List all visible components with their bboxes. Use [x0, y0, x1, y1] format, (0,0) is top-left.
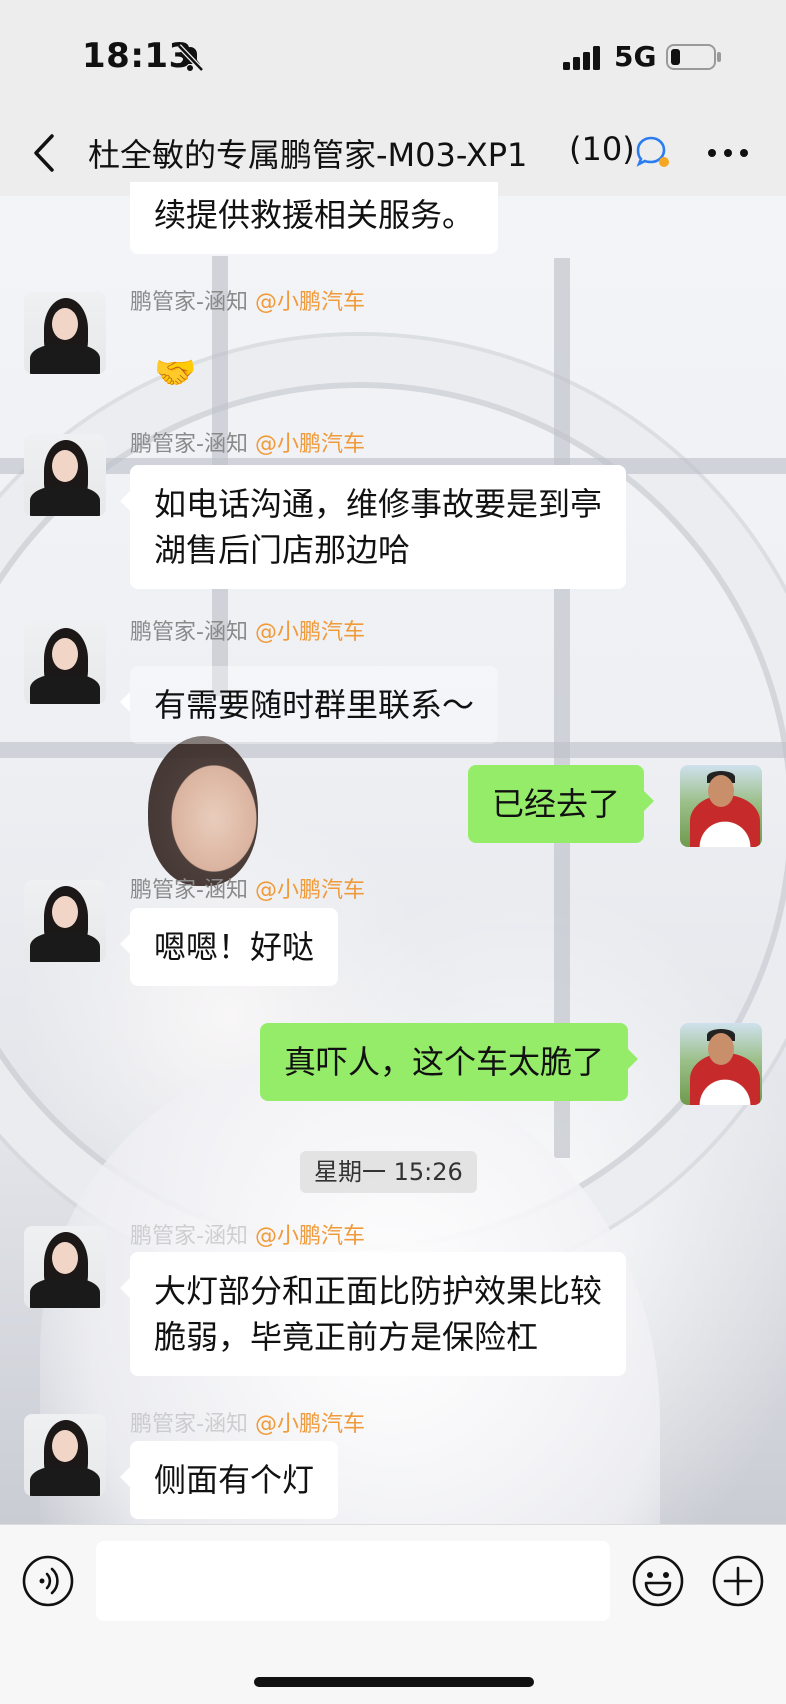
timestamp-divider: 星期一 15:26	[300, 1151, 477, 1193]
chat-screen: 18:13 5G 杜全敏的专属鹏管家-M03-XP1 (10) 续提供救援相关服…	[0, 0, 786, 1704]
sender-label: 鹏管家-涵知	[130, 878, 248, 903]
message-text: 续提供救援相关服务。	[154, 196, 475, 234]
sender-name: 鹏管家-涵知 @小鹏汽车	[130, 614, 365, 646]
my-avatar[interactable]	[680, 1023, 762, 1105]
network-type: 5G	[614, 40, 657, 73]
sender-company: @小鹏汽车	[254, 1224, 365, 1249]
message-text: 侧面有个灯	[154, 1461, 315, 1499]
more-icon[interactable]	[706, 148, 750, 158]
chat-badge-icon[interactable]	[634, 134, 670, 170]
avatar[interactable]	[24, 1414, 106, 1496]
signal-icon	[563, 46, 600, 70]
sender-name: 鹏管家-涵知 @小鹏汽车	[130, 872, 365, 904]
message-bubble[interactable]: 侧面有个灯	[119, 1441, 339, 1519]
chat-title[interactable]: 杜全敏的专属鹏管家-M03-XP1	[88, 130, 628, 176]
my-avatar[interactable]	[680, 765, 762, 847]
avatar[interactable]	[24, 622, 106, 704]
message-bubble[interactable]: 有需要随时群里联系～	[119, 666, 499, 744]
message-text-line: 如电话沟通，维修事故要是到亭	[154, 485, 603, 523]
message-bubble-outgoing[interactable]: 真吓人，这个车太脆了	[260, 1023, 639, 1101]
back-icon[interactable]	[28, 132, 62, 174]
message-text: 真吓人，这个车太脆了	[284, 1043, 605, 1081]
status-bar: 18:13 5G	[0, 0, 786, 110]
sender-company: @小鹏汽车	[254, 620, 365, 645]
sender-name: 鹏管家-涵知 @小鹏汽车	[130, 284, 365, 316]
sender-label: 鹏管家-涵知	[130, 432, 248, 457]
message-text-line: 大灯部分和正面比防护效果比较	[154, 1272, 603, 1310]
emoji-icon[interactable]	[632, 1555, 684, 1607]
sender-name: 鹏管家-涵知 @小鹏汽车	[130, 426, 365, 458]
message-text: 嗯嗯！好哒	[154, 928, 315, 966]
member-count: (10)	[569, 130, 635, 168]
battery-icon	[666, 44, 721, 70]
wallpaper-mullion	[0, 742, 786, 758]
sender-label: 鹏管家-涵知	[130, 1224, 248, 1249]
plus-icon[interactable]	[712, 1555, 764, 1607]
sender-company: @小鹏汽车	[254, 432, 365, 457]
sender-name: 鹏管家-涵知 @小鹏汽车	[130, 1218, 365, 1250]
avatar[interactable]	[24, 292, 106, 374]
home-indicator[interactable]	[254, 1677, 534, 1687]
wallpaper-bride-head	[148, 736, 258, 886]
message-emoji[interactable]: 🤝	[130, 334, 220, 412]
sender-company: @小鹏汽车	[254, 878, 365, 903]
sender-label: 鹏管家-涵知	[130, 1412, 248, 1437]
sender-company: @小鹏汽车	[254, 290, 365, 315]
message-bubble[interactable]: 嗯嗯！好哒	[119, 908, 339, 986]
avatar[interactable]	[24, 434, 106, 516]
avatar[interactable]	[24, 1226, 106, 1308]
message-bubble[interactable]: 续提供救援相关服务。	[130, 182, 499, 254]
message-bubble[interactable]: 大灯部分和正面比防护效果比较 脆弱，毕竟正前方是保险杠	[119, 1252, 627, 1376]
handshake-emoji: 🤝	[154, 353, 197, 393]
message-bubble[interactable]: 如电话沟通，维修事故要是到亭 湖售后门店那边哈	[119, 465, 627, 589]
sender-company: @小鹏汽车	[254, 1412, 365, 1437]
message-text-line: 湖售后门店那边哈	[154, 531, 411, 569]
bell-muted-icon	[177, 44, 204, 72]
avatar[interactable]	[24, 880, 106, 962]
message-bubble-outgoing[interactable]: 已经去了	[468, 765, 655, 843]
message-input[interactable]	[96, 1541, 610, 1621]
voice-icon[interactable]	[22, 1555, 74, 1607]
message-text: 已经去了	[492, 785, 621, 823]
sender-name: 鹏管家-涵知 @小鹏汽车	[130, 1406, 365, 1438]
message-text-line: 脆弱，毕竟正前方是保险杠	[154, 1318, 539, 1356]
sender-label: 鹏管家-涵知	[130, 620, 248, 645]
message-text: 有需要随时群里联系～	[154, 686, 475, 724]
sender-label: 鹏管家-涵知	[130, 290, 248, 315]
